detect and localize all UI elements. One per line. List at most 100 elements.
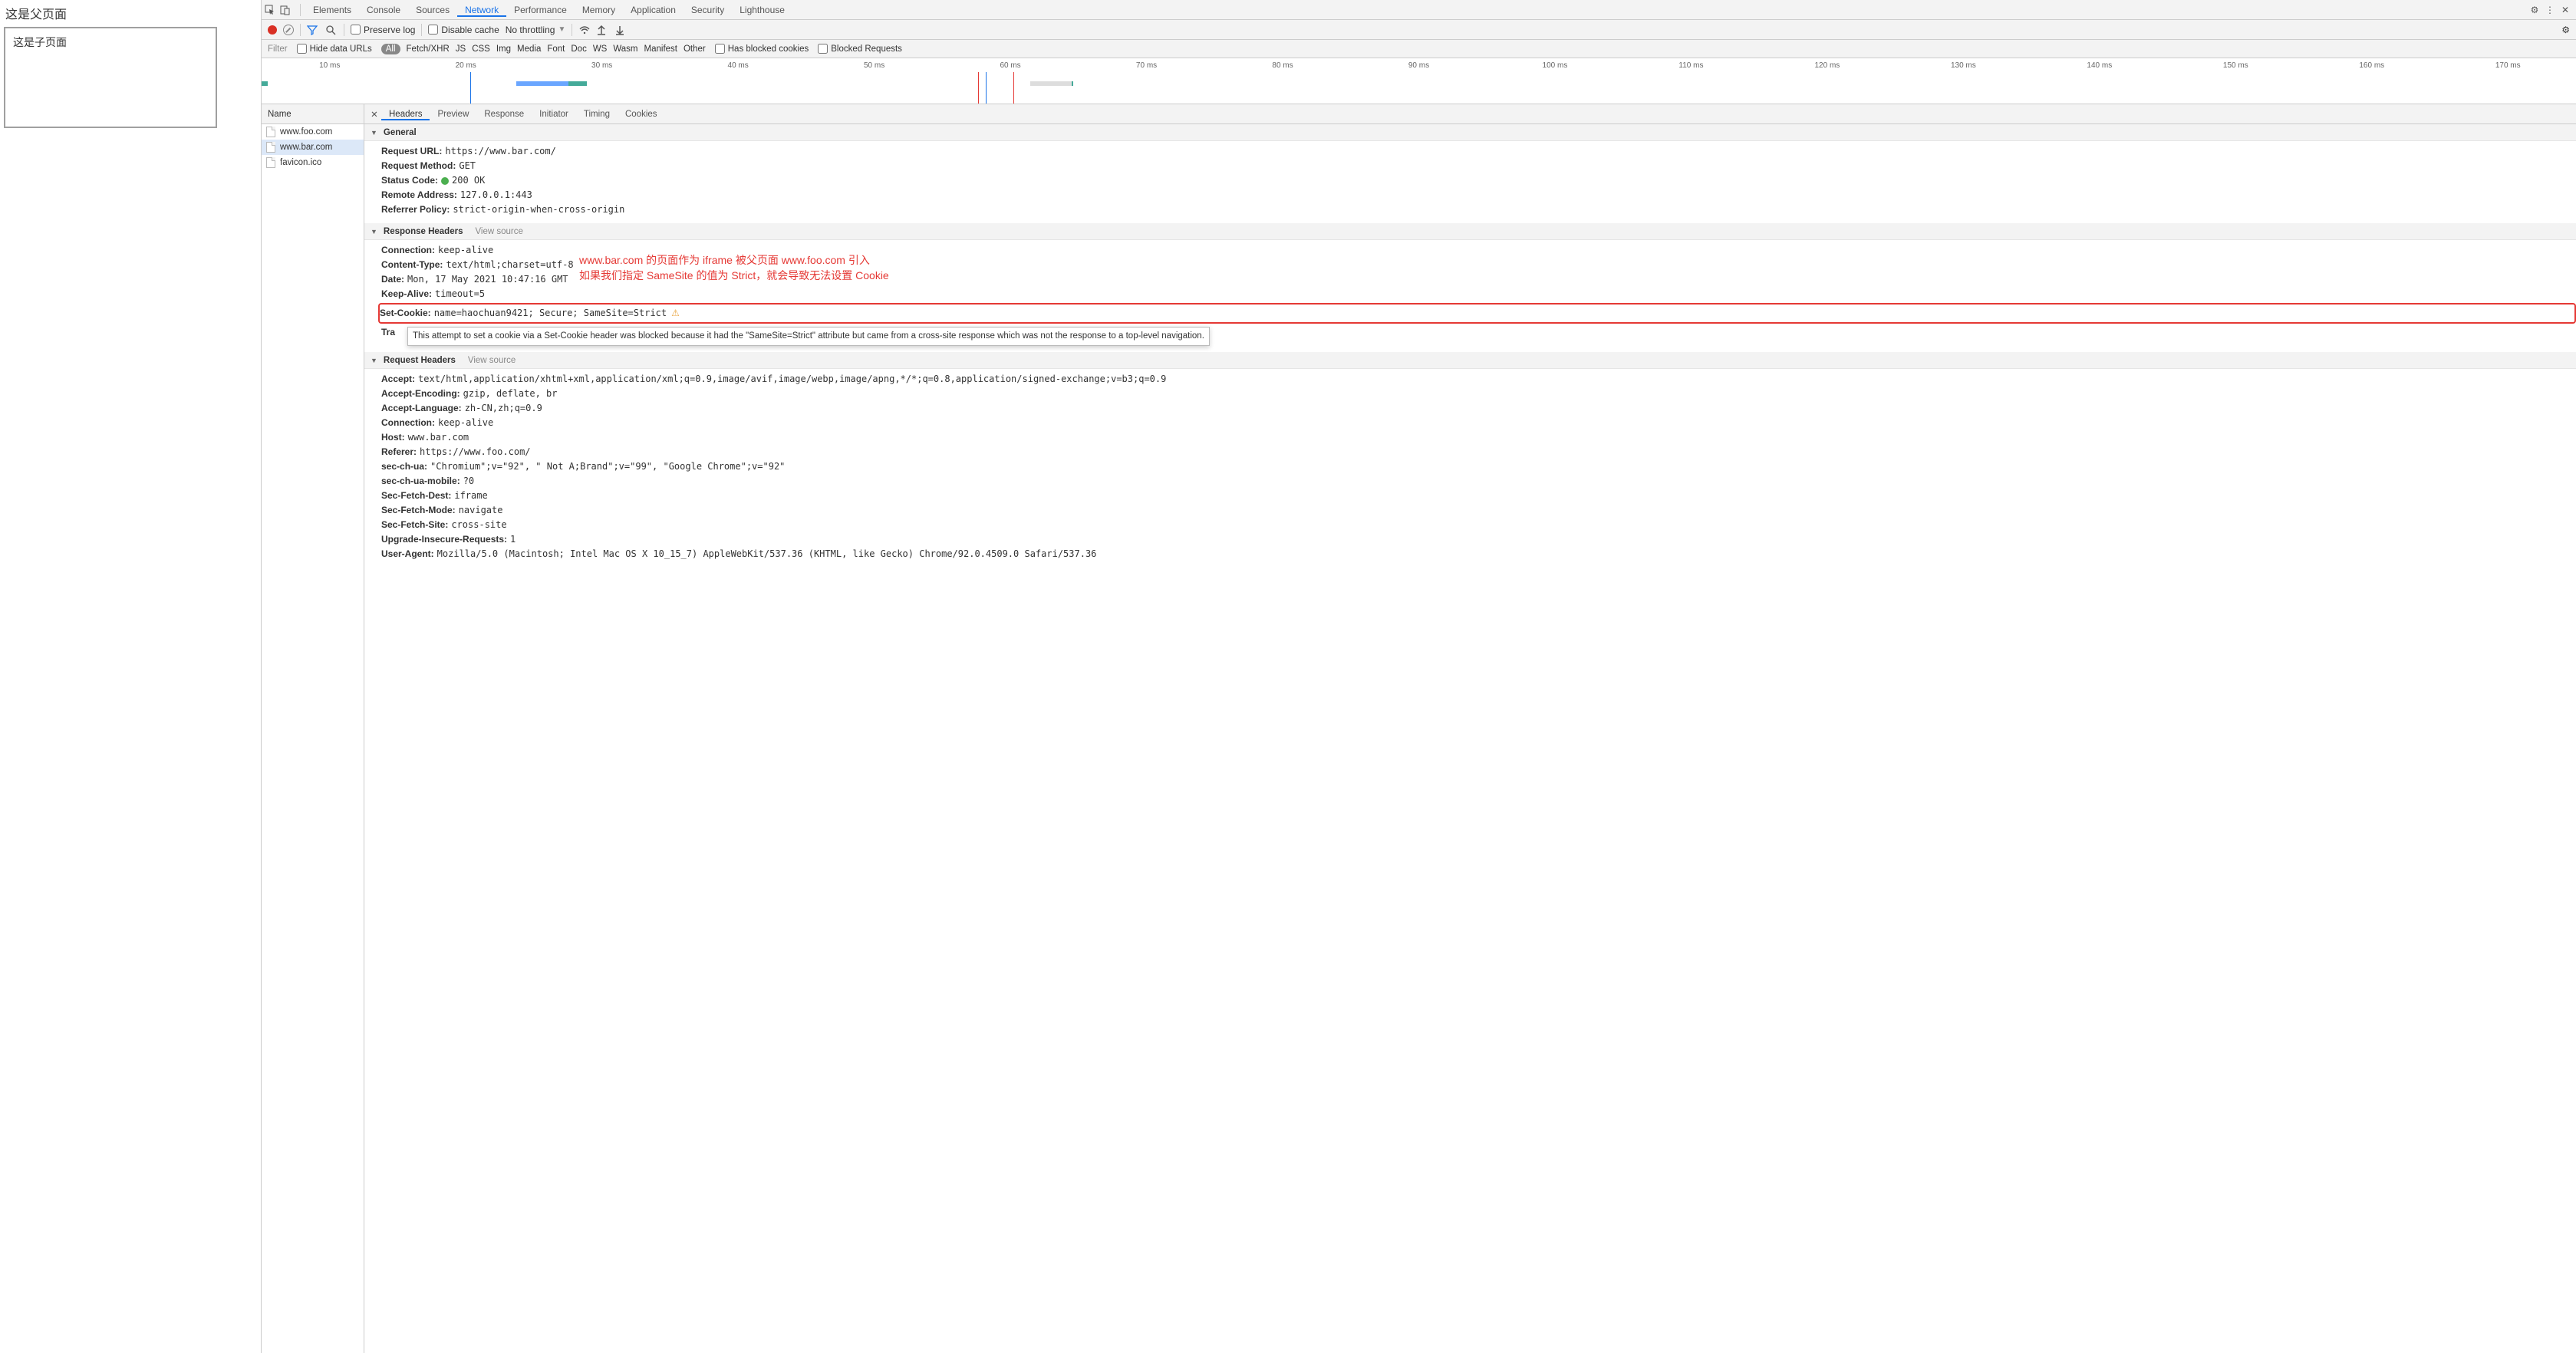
type-filter-media[interactable]: Media: [517, 44, 541, 54]
header-key: Referer:: [381, 445, 417, 459]
network-conditions-icon[interactable]: [578, 25, 591, 35]
details-tab-cookies[interactable]: Cookies: [618, 110, 665, 119]
type-filter-fetch-xhr[interactable]: Fetch/XHR: [407, 44, 450, 54]
header-key: Referrer Policy:: [381, 202, 450, 217]
type-filter-js[interactable]: JS: [456, 44, 466, 54]
details-tab-response[interactable]: Response: [476, 110, 532, 119]
filter-input[interactable]: Filter: [268, 44, 288, 54]
header-value: 200 OK: [441, 173, 485, 188]
hide-data-urls-checkbox[interactable]: Hide data URLs: [297, 44, 372, 54]
header-value: https://www.bar.com/: [445, 144, 556, 159]
has-blocked-cookies-checkbox[interactable]: Has blocked cookies: [715, 44, 809, 54]
timeline-tick: 120 ms: [1759, 61, 1895, 70]
timeline-tick: 40 ms: [670, 61, 805, 70]
blocked-requests-checkbox[interactable]: Blocked Requests: [818, 44, 902, 54]
record-button[interactable]: [268, 25, 277, 35]
preserve-log-checkbox[interactable]: Preserve log: [351, 25, 415, 35]
header-key: Remote Address:: [381, 188, 457, 202]
timeline-bar: [1030, 81, 1073, 86]
timeline-tick: 30 ms: [534, 61, 670, 70]
settings-icon[interactable]: ⚙: [2527, 5, 2542, 15]
filter-toggle-icon[interactable]: [307, 25, 319, 35]
type-filter-wasm[interactable]: Wasm: [613, 44, 637, 54]
header-value: navigate: [459, 503, 503, 518]
devtools-tab-performance[interactable]: Performance: [506, 5, 575, 15]
devtools-tab-security[interactable]: Security: [684, 5, 732, 15]
type-filter-css[interactable]: CSS: [472, 44, 490, 54]
type-filter-doc[interactable]: Doc: [571, 44, 586, 54]
response-headers-section-header[interactable]: ▼Response Headers View source: [364, 223, 2576, 240]
timeline-bar: [262, 81, 268, 86]
devtools-tab-network[interactable]: Network: [457, 5, 506, 17]
devtools-tab-memory[interactable]: Memory: [575, 5, 623, 15]
header-key: Keep-Alive:: [381, 287, 432, 301]
name-column-header[interactable]: Name: [262, 104, 364, 124]
header-value: zh-CN,zh;q=0.9: [465, 401, 542, 416]
request-row[interactable]: www.foo.com: [262, 124, 364, 140]
network-timeline[interactable]: 10 ms20 ms30 ms40 ms50 ms60 ms70 ms80 ms…: [262, 58, 2576, 104]
network-toolbar: Preserve log Disable cache No throttling…: [262, 20, 2576, 40]
details-tab-headers[interactable]: Headers: [381, 110, 430, 120]
devtools-tab-sources[interactable]: Sources: [408, 5, 457, 15]
general-section-header[interactable]: ▼General: [364, 124, 2576, 141]
header-key: Connection:: [381, 416, 435, 430]
view-source-link[interactable]: View source: [475, 227, 522, 236]
header-key: Connection:: [381, 243, 435, 258]
parent-page-title: 这是父页面: [4, 4, 257, 22]
close-devtools-icon[interactable]: ✕: [2558, 5, 2573, 15]
clear-button[interactable]: [283, 25, 294, 35]
timeline-tick: 140 ms: [2031, 61, 2167, 70]
search-icon[interactable]: [325, 25, 338, 35]
document-icon: [266, 157, 275, 168]
devtools-tab-elements[interactable]: Elements: [305, 5, 359, 15]
network-settings-icon[interactable]: ⚙: [2561, 25, 2570, 35]
devtools-tab-console[interactable]: Console: [359, 5, 408, 15]
header-key: Sec-Fetch-Dest:: [381, 489, 451, 503]
disable-cache-checkbox[interactable]: Disable cache: [428, 25, 499, 35]
timeline-tick: 110 ms: [1623, 61, 1759, 70]
request-headers-section-header[interactable]: ▼Request Headers View source: [364, 352, 2576, 369]
details-tab-timing[interactable]: Timing: [576, 110, 618, 119]
devtools-tab-lighthouse[interactable]: Lighthouse: [732, 5, 792, 15]
type-filter-img[interactable]: Img: [496, 44, 511, 54]
devtools-tab-application[interactable]: Application: [623, 5, 684, 15]
type-filter-font[interactable]: Font: [547, 44, 565, 54]
timeline-tick: 100 ms: [1487, 61, 1622, 70]
close-details-icon[interactable]: ✕: [367, 109, 381, 120]
timeline-tick: 10 ms: [262, 61, 397, 70]
inspect-element-icon[interactable]: [265, 5, 280, 15]
header-key: Tra: [381, 325, 395, 346]
import-har-icon[interactable]: [597, 25, 609, 35]
more-icon[interactable]: ⋮: [2542, 5, 2558, 15]
header-value: GET: [459, 159, 476, 173]
type-filter-ws[interactable]: WS: [593, 44, 608, 54]
header-key: Sec-Fetch-Site:: [381, 518, 448, 532]
network-filter-bar: Filter Hide data URLs All Fetch/XHR JS CSS I…: [262, 40, 2576, 58]
details-tab-initiator[interactable]: Initiator: [532, 110, 576, 119]
export-har-icon[interactable]: [615, 25, 628, 35]
request-name: favicon.ico: [280, 155, 321, 170]
throttling-select[interactable]: No throttling▼: [506, 25, 566, 35]
details-tab-preview[interactable]: Preview: [430, 110, 476, 119]
timeline-marker: [1013, 72, 1014, 104]
timeline-tick: 20 ms: [397, 61, 533, 70]
request-row[interactable]: favicon.ico: [262, 155, 364, 170]
timeline-tick: 90 ms: [1351, 61, 1487, 70]
header-key: Request URL:: [381, 144, 442, 159]
header-value: www.bar.com: [408, 430, 469, 445]
header-value: Mozilla/5.0 (Macintosh; Intel Mac OS X 1…: [437, 547, 1097, 561]
type-filter-all[interactable]: All: [381, 44, 400, 54]
view-source-link[interactable]: View source: [468, 356, 516, 365]
timeline-marker: [986, 72, 987, 104]
cookie-blocked-tooltip: This attempt to set a cookie via a Set-C…: [407, 327, 1210, 346]
header-value: keep-alive: [438, 243, 493, 258]
timeline-tick: 130 ms: [1896, 61, 2031, 70]
timeline-tick: 170 ms: [2440, 61, 2576, 70]
type-filter-manifest[interactable]: Manifest: [644, 44, 677, 54]
header-value: 127.0.0.1:443: [460, 188, 532, 202]
request-row[interactable]: www.bar.com: [262, 140, 364, 155]
type-filter-other[interactable]: Other: [684, 44, 706, 54]
header-value: gzip, deflate, br: [463, 387, 558, 401]
header-value: cross-site: [451, 518, 506, 532]
device-toolbar-icon[interactable]: [280, 5, 295, 15]
